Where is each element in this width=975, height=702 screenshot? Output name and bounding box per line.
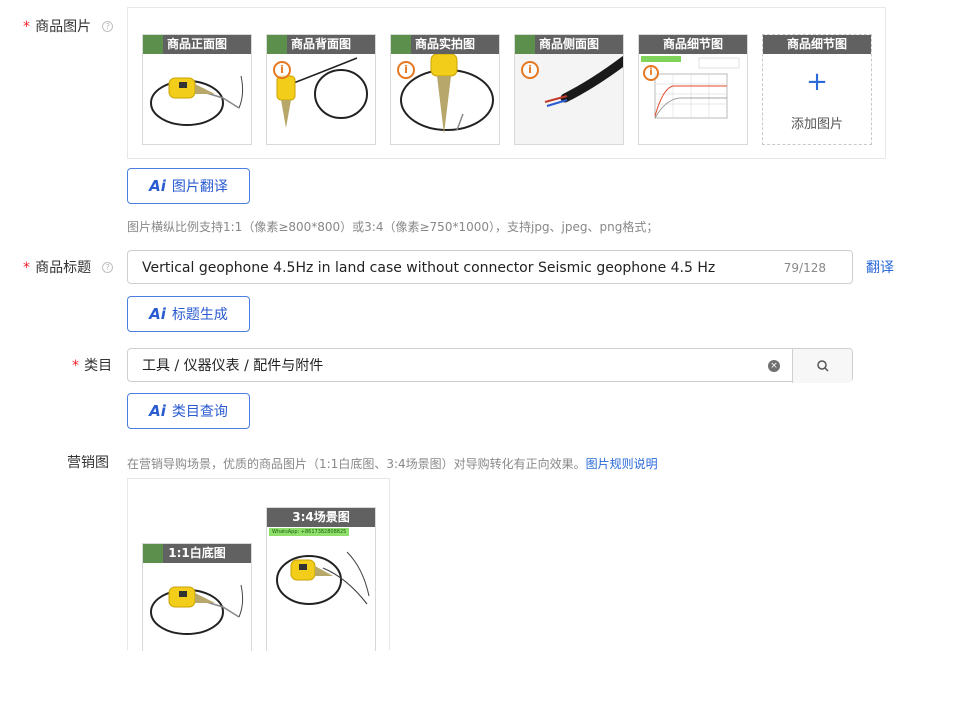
button-label: 图片翻译 (171, 179, 228, 195)
product-title-input[interactable]: Vertical geophone 4.5Hz in land case wit… (127, 250, 853, 284)
required-mark: * (23, 260, 30, 276)
whatsapp-watermark: WhatsApp: +8617382808825 (269, 528, 350, 536)
product-images-label-row: * 商品图片 ? (23, 16, 114, 36)
button-label: 标题生成 (171, 307, 228, 323)
geophone-image (150, 584, 244, 635)
card-title: 3:4场景图 (292, 510, 350, 524)
card-title: 1:1白底图 (168, 546, 226, 560)
add-image-card[interactable]: 商品细节图 + 添加图片 (762, 34, 872, 145)
card-title: 商品实拍图 (414, 37, 475, 51)
product-images-box: 商品正面图 商品背面图 i 商品实拍图 i 商品侧面图 i 商品细节图 i 商品… (127, 7, 886, 159)
watermark-strip (267, 35, 287, 54)
char-count: 79/128 (783, 261, 826, 275)
product-image-side[interactable]: 商品侧面图 i (514, 34, 624, 145)
required-mark: * (23, 19, 30, 35)
clear-icon[interactable]: × (768, 360, 780, 372)
product-images-label: 商品图片 (35, 19, 92, 35)
card-title: 商品细节图 (662, 37, 723, 51)
image-rule-link[interactable]: 图片规则说明 (586, 457, 658, 471)
watermark-strip (515, 35, 535, 54)
image-ratio-hint: 图片横纵比例支持1:1（像素≥800*800）或3:4（像素≥750*1000）… (127, 220, 659, 234)
watermark-strip (143, 544, 163, 563)
card-title: 商品侧面图 (538, 37, 599, 51)
category-label: 类目 (84, 358, 113, 374)
help-icon[interactable]: ? (102, 262, 114, 273)
info-icon[interactable]: i (273, 61, 291, 79)
product-title-value: Vertical geophone 4.5Hz in land case wit… (142, 260, 716, 276)
product-image-detail[interactable]: 商品细节图 i (638, 34, 748, 145)
card-title: 商品背面图 (290, 37, 351, 51)
product-image-real[interactable]: 商品实拍图 i (390, 34, 500, 145)
category-query-button[interactable]: Ai 类目查询 (127, 393, 250, 429)
card-title: 商品正面图 (166, 37, 227, 51)
geophone-image (276, 551, 370, 605)
marketing-images-box: 1:1白底图 3:4场景图 WhatsApp: +8617382808825 (127, 478, 390, 651)
category-label-row: * 类目 (72, 355, 112, 375)
translate-link[interactable]: 翻译 (866, 257, 894, 277)
ai-icon: Ai (149, 177, 166, 195)
plus-icon: + (806, 67, 828, 97)
search-icon (817, 360, 829, 372)
title-generate-button[interactable]: Ai 标题生成 (127, 296, 250, 332)
category-search-button[interactable] (792, 349, 852, 383)
marketing-image-square[interactable]: 1:1白底图 (142, 543, 252, 651)
marketing-hint: 在营销导购场景，优质的商品图片（1:1白底图、3:4场景图）对导购转化有正向效果… (127, 457, 586, 471)
info-icon[interactable]: i (521, 61, 539, 79)
geophone-image (150, 75, 244, 126)
help-icon[interactable]: ? (102, 21, 114, 32)
product-title-label: 商品标题 (35, 260, 92, 276)
product-title-label-row: * 商品标题 ? (23, 257, 114, 277)
watermark-strip (143, 35, 163, 54)
image-translate-button[interactable]: Ai 图片翻译 (127, 168, 250, 204)
product-image-back[interactable]: 商品背面图 i (266, 34, 376, 145)
add-image-label: 添加图片 (790, 117, 843, 132)
watermark-strip (391, 35, 411, 54)
info-icon[interactable]: i (643, 65, 659, 81)
marketing-image-portrait[interactable]: 3:4场景图 WhatsApp: +8617382808825 (266, 507, 376, 651)
required-mark: * (72, 358, 79, 374)
marketing-label: 营销图 (67, 455, 109, 471)
category-select[interactable]: 工具 / 仪器仪表 / 配件与附件 × (127, 348, 853, 383)
info-icon[interactable]: i (397, 61, 415, 79)
product-image-front[interactable]: 商品正面图 (142, 34, 252, 145)
marketing-hint-row: 在营销导购场景，优质的商品图片（1:1白底图、3:4场景图）对导购转化有正向效果… (127, 453, 658, 472)
button-label: 类目查询 (171, 404, 228, 420)
ai-icon: Ai (149, 305, 166, 323)
category-value: 工具 / 仪器仪表 / 配件与附件 (142, 358, 324, 374)
ai-icon: Ai (149, 402, 166, 420)
card-title: 商品细节图 (763, 35, 871, 54)
